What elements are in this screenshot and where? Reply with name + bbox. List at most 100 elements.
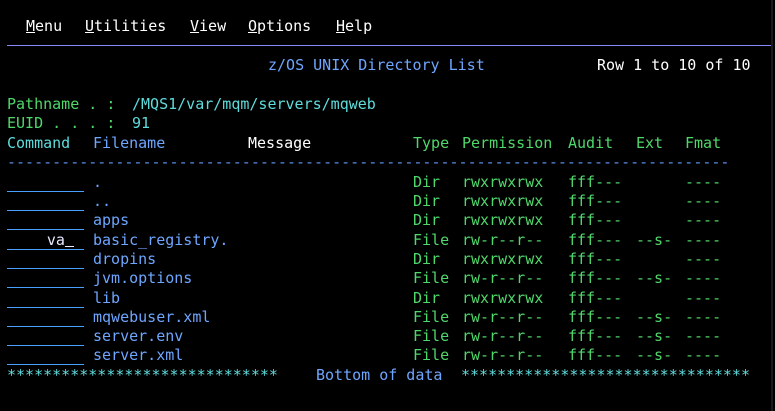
menu-item-utilities[interactable]: Utilities	[85, 17, 166, 36]
type: File	[413, 269, 450, 287]
audit: fff---	[568, 308, 623, 326]
menu-item-help[interactable]: Help	[336, 17, 372, 36]
menu-item-options[interactable]: Options	[248, 17, 311, 36]
menu-label: ptions	[257, 17, 312, 35]
menu-label: iew	[199, 17, 227, 35]
header-separator: ----------------------------------------…	[7, 153, 771, 172]
type: File	[413, 346, 450, 364]
menu-hotkey: U	[85, 17, 95, 35]
line-command-field[interactable]: va	[7, 231, 84, 250]
fmat: ----	[685, 173, 722, 191]
line-command-field[interactable]	[7, 346, 84, 365]
pathname-label: Pathname . :	[7, 95, 116, 113]
type: File	[413, 231, 450, 249]
fmat: ----	[685, 231, 722, 249]
menu-hotkey: O	[248, 17, 258, 35]
line-command-field[interactable]	[7, 211, 84, 230]
menu-label: enu	[35, 17, 63, 35]
filename: .	[93, 173, 103, 191]
line-command-field[interactable]	[7, 289, 84, 308]
filename: lib	[93, 289, 121, 307]
footer-stars-left: ******************************	[7, 366, 278, 384]
fmat: ----	[685, 211, 722, 229]
bottom-of-data-label: Bottom of data	[316, 366, 443, 384]
filename: mqwebuser.xml	[93, 308, 211, 326]
permission: rwxrwxrwx	[462, 173, 544, 191]
column-header-permission: Permission	[462, 134, 553, 152]
ext: --s-	[636, 231, 673, 249]
permission: rw-r--r--	[462, 346, 544, 364]
audit: fff---	[568, 327, 623, 345]
euid-label: EUID . . . :	[7, 114, 116, 132]
menu-item-menu[interactable]: Menu	[26, 17, 62, 36]
pathname-value[interactable]: /MQS1/var/mqm/servers/mqweb	[132, 95, 376, 114]
fmat: ----	[685, 289, 722, 307]
footer-stars-right: ********************************	[461, 366, 750, 384]
column-header-audit: Audit	[568, 134, 614, 152]
permission: rw-r--r--	[462, 308, 544, 326]
filename: apps	[93, 211, 130, 229]
ext: --s-	[636, 346, 673, 364]
menu-label: elp	[345, 17, 373, 35]
permission: rwxrwxrwx	[462, 211, 544, 229]
bottom-of-data-line: ****************************** Bottom of…	[7, 366, 771, 385]
filename: server.env	[93, 327, 184, 345]
column-header-message: Message	[248, 134, 312, 152]
filename: jvm.options	[93, 269, 193, 287]
audit: fff---	[568, 346, 623, 364]
euid-value: 91	[132, 114, 151, 132]
column-header-filename: Filename	[93, 134, 166, 152]
fmat: ----	[685, 269, 722, 287]
audit: fff---	[568, 231, 623, 249]
permission: rwxrwxrwx	[462, 289, 544, 307]
permission: rw-r--r--	[462, 269, 544, 287]
permission: rwxrwxrwx	[462, 192, 544, 210]
filename: dropins	[93, 250, 157, 268]
menu-hotkey: V	[190, 17, 200, 35]
menu-separator	[7, 45, 772, 46]
permission: rwxrwxrwx	[462, 250, 544, 268]
type: Dir	[413, 289, 441, 307]
menu-item-view[interactable]: View	[190, 17, 226, 36]
ext: --s-	[636, 269, 673, 287]
ispf-screen: Menu Utilities View Options Help z/OS UN…	[0, 0, 775, 411]
audit: fff---	[568, 173, 623, 191]
audit: fff---	[568, 211, 623, 229]
filename: server.xml	[93, 346, 184, 364]
permission: rw-r--r--	[462, 327, 544, 345]
column-header-ext: Ext	[636, 134, 664, 152]
audit: fff---	[568, 192, 623, 210]
type: File	[413, 327, 450, 345]
ext: --s-	[636, 327, 673, 345]
line-command-field[interactable]	[7, 308, 84, 327]
line-command-field[interactable]	[7, 269, 84, 288]
audit: fff---	[568, 289, 623, 307]
column-header-command: Command	[7, 134, 71, 152]
text-cursor	[65, 231, 74, 249]
line-command-field[interactable]	[7, 192, 84, 211]
audit: fff---	[568, 269, 623, 287]
type: File	[413, 308, 450, 326]
menu-hotkey: H	[336, 17, 346, 35]
audit: fff---	[568, 250, 623, 268]
fmat: ----	[685, 327, 722, 345]
fmat: ----	[685, 346, 722, 364]
menu-label: tilities	[94, 17, 167, 35]
fmat: ----	[685, 308, 722, 326]
column-header-fmat: Fmat	[685, 134, 722, 152]
column-header-type: Type	[413, 134, 450, 152]
panel-title: z/OS UNIX Directory List	[268, 56, 485, 74]
type: Dir	[413, 250, 441, 268]
menu-hotkey: M	[26, 17, 36, 35]
fmat: ----	[685, 192, 722, 210]
ext: --s-	[636, 308, 673, 326]
row-indicator: Row 1 to 10 of 10	[597, 56, 751, 74]
line-command-field[interactable]	[7, 327, 84, 346]
type: Dir	[413, 173, 441, 191]
line-command-field[interactable]	[7, 173, 84, 192]
permission: rw-r--r--	[462, 231, 544, 249]
line-command-field[interactable]	[7, 250, 84, 269]
separator-dashes: ----------------------------------------…	[7, 153, 730, 171]
type: Dir	[413, 192, 441, 210]
filename: basic_registry.	[93, 231, 229, 249]
